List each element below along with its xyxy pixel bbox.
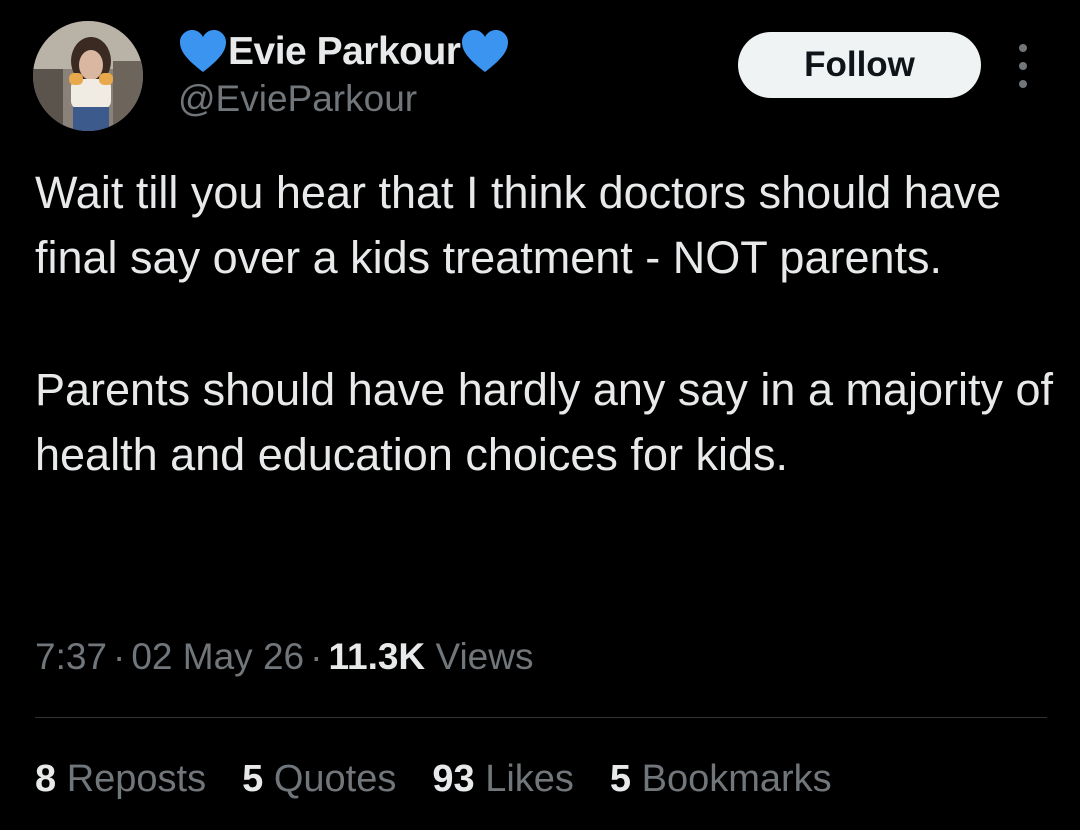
likes-stat[interactable]: 93 Likes <box>432 758 574 801</box>
quotes-count: 5 <box>242 758 264 800</box>
reposts-label: Reposts <box>66 758 207 800</box>
display-name: Evie Parkour <box>228 30 461 73</box>
tweet-paragraph: Wait till you hear that I think doctors … <box>35 167 1002 283</box>
tweet-paragraph: Parents should have hardly any say in a … <box>35 364 1054 480</box>
tweet-card: Evie Parkour @EvieParkour Follow Wait ti… <box>0 0 1080 830</box>
tweet-text: Wait till you hear that I think doctors … <box>35 160 1065 487</box>
tweet-date[interactable]: 02 May 26 <box>131 636 304 677</box>
reposts-stat[interactable]: 8 Reposts <box>35 758 206 801</box>
likes-count: 93 <box>432 758 475 800</box>
tweet-time[interactable]: 7:37 <box>35 636 107 677</box>
bookmarks-label: Bookmarks <box>641 758 832 800</box>
author-handle[interactable]: @EvieParkour <box>178 78 417 120</box>
views-label: Views <box>435 636 534 677</box>
reposts-count: 8 <box>35 758 57 800</box>
dot <box>1019 44 1027 52</box>
avatar[interactable] <box>33 21 143 131</box>
engagement-stats: 8 Reposts 5 Quotes 93 Likes 5 Bookmarks <box>35 758 832 801</box>
quotes-label: Quotes <box>273 758 397 800</box>
tweet-meta: 7:37 · 02 May 26 · 11.3K Views <box>35 636 533 678</box>
dot <box>1019 80 1027 88</box>
likes-label: Likes <box>485 758 574 800</box>
separator: · <box>113 636 126 677</box>
blue-heart-icon <box>462 30 509 72</box>
blue-heart-icon <box>180 30 226 72</box>
dot <box>1019 62 1027 70</box>
follow-button[interactable]: Follow <box>738 32 981 98</box>
divider <box>35 717 1047 718</box>
more-vertical-icon[interactable] <box>1008 44 1038 88</box>
bookmarks-count: 5 <box>609 758 632 800</box>
bookmarks-stat[interactable]: 5 Bookmarks <box>610 758 832 801</box>
avatar-photo <box>33 21 143 131</box>
views-count: 11.3K <box>328 636 426 677</box>
quotes-stat[interactable]: 5 Quotes <box>242 758 396 801</box>
separator: · <box>310 636 323 677</box>
author-name-row[interactable]: Evie Parkour <box>178 27 510 77</box>
